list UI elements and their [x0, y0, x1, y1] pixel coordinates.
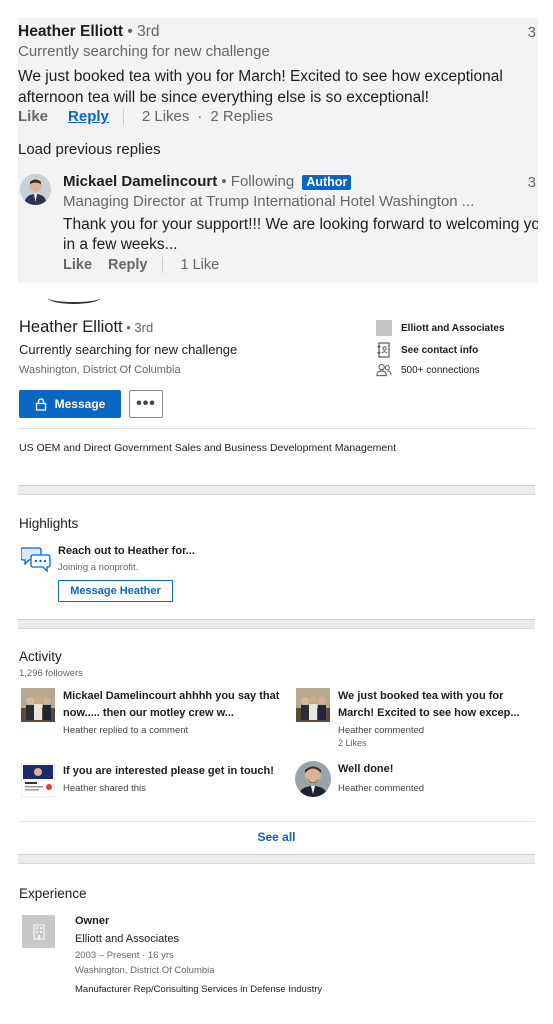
- group-photo-icon: [296, 688, 330, 722]
- section-separator: [18, 485, 535, 495]
- profile-company: Elliott and Associates: [401, 322, 505, 334]
- comment-actions: Like Reply 2 Likes · 2 Replies: [18, 108, 273, 125]
- comment-author[interactable]: Heather Elliott: [18, 23, 123, 40]
- profile-photo-edge: [48, 292, 100, 304]
- message-button[interactable]: Message: [19, 390, 121, 418]
- activity-meta: Heather commented: [338, 783, 425, 794]
- section-separator: [18, 619, 535, 629]
- activity-item[interactable]: Well done! Heather commented: [295, 761, 545, 799]
- message-button-label: Message: [54, 397, 106, 411]
- experience-company[interactable]: Elliott and Associates: [75, 933, 179, 945]
- reply-actions: Like Reply 1 Like: [63, 257, 219, 273]
- profile-summary: US OEM and Direct Government Sales and B…: [19, 442, 397, 454]
- activity-title-text: Mickael Damelincourt ahhhh you say that …: [63, 690, 280, 719]
- activity-title-text: Well done!: [338, 763, 394, 775]
- see-all-activity-link[interactable]: See all: [0, 830, 553, 844]
- profile-company-link[interactable]: Elliott and Associates: [376, 320, 505, 336]
- contact-info-label: See contact info: [401, 344, 479, 356]
- action-divider: [161, 257, 163, 273]
- activity-item[interactable]: If you are interested please get in touc…: [21, 763, 291, 799]
- lock-icon: [35, 397, 46, 411]
- comment-replies-count[interactable]: 2 Replies: [210, 108, 273, 125]
- activity-item[interactable]: We just booked tea with you for March! E…: [296, 688, 546, 750]
- activity-meta: Heather shared this: [63, 783, 146, 794]
- highlight-subtitle: Joining a nonprofit.: [58, 562, 139, 573]
- more-icon: •••: [136, 395, 156, 412]
- author-badge: Author: [302, 175, 352, 190]
- followers-count: 1,296 followers: [19, 668, 83, 679]
- dot-separator: ·: [197, 108, 203, 125]
- profile-name: Heather Elliott: [19, 318, 123, 336]
- highlights-title: Highlights: [19, 516, 79, 531]
- comment-likes-count[interactable]: 2 Likes: [142, 108, 190, 125]
- action-divider: [122, 108, 124, 125]
- comment-header: Heather Elliott • 3rd: [18, 23, 160, 41]
- comment-author-headline: Currently searching for new challenge: [18, 43, 270, 60]
- experience-dates: 2003 – Present · 16 yrs: [75, 950, 174, 961]
- activity-meta: Heather commented: [338, 725, 425, 736]
- document-thumb-icon: [21, 763, 55, 797]
- reply-following-status: • Following: [217, 173, 295, 190]
- comment-text: We just booked tea with you for March! E…: [18, 68, 503, 106]
- comment-reply-button[interactable]: Reply: [68, 108, 109, 125]
- reply-author-avatar[interactable]: [20, 174, 51, 205]
- highlight-title: Reach out to Heather for...: [58, 545, 195, 557]
- company-building-icon[interactable]: [22, 915, 55, 948]
- reply-header: Mickael Damelincourt • Following Author: [63, 173, 352, 190]
- comment-thread: Heather Elliott • 3rd 3 Currently search…: [18, 18, 538, 283]
- activity-divider: [19, 821, 535, 822]
- comment-like-button[interactable]: Like: [18, 108, 48, 125]
- reply-like-button[interactable]: Like: [63, 257, 92, 273]
- comment-degree: • 3rd: [123, 23, 160, 40]
- activity-item[interactable]: Mickael Damelincourt ahhhh you say that …: [21, 688, 281, 742]
- connections-link[interactable]: 500+ connections: [376, 362, 480, 378]
- load-previous-replies[interactable]: Load previous replies: [18, 141, 161, 158]
- reply-author-headline: Managing Director at Trump International…: [63, 193, 475, 210]
- address-book-icon: [376, 342, 392, 358]
- profile-divider: [19, 428, 535, 429]
- experience-title: Experience: [19, 886, 87, 901]
- reply-time: 3: [527, 174, 536, 191]
- profile-headline: Currently searching for new challenge: [19, 342, 238, 357]
- company-logo-icon: [376, 320, 392, 336]
- reply-likes-count[interactable]: 1 Like: [181, 257, 220, 273]
- connections-icon: [376, 362, 392, 378]
- profile-location: Washington, District Of Columbia: [19, 364, 181, 376]
- profile-name-row: Heather Elliott • 3rd: [19, 318, 153, 337]
- person-photo-icon: [295, 761, 331, 797]
- profile-degree: • 3rd: [122, 320, 154, 335]
- group-photo-icon: [21, 688, 55, 722]
- comment-time: 3: [527, 24, 536, 41]
- message-heather-button[interactable]: Message Heather: [58, 580, 173, 602]
- experience-role: Owner: [75, 915, 110, 927]
- activity-meta: Heather replied to a comment: [63, 725, 189, 736]
- experience-location: Washington, District Of Columbia: [75, 965, 215, 976]
- reply-author[interactable]: Mickael Damelincourt: [63, 173, 217, 190]
- activity-likes: 2 Likes: [338, 738, 367, 748]
- activity-title: Activity: [19, 649, 62, 664]
- section-separator: [18, 854, 535, 864]
- activity-title-text: We just booked tea with you for March! E…: [338, 690, 520, 719]
- speech-bubbles-icon: [20, 545, 51, 573]
- reply-reply-button[interactable]: Reply: [108, 257, 148, 273]
- contact-info-link[interactable]: See contact info: [376, 342, 478, 358]
- connections-count: 500+ connections: [401, 364, 480, 376]
- more-actions-button[interactable]: •••: [129, 390, 163, 418]
- reply-text: Thank you for your support!!! We are loo…: [63, 216, 538, 253]
- experience-description: Manufacturer Rep/Consulting Services in …: [75, 984, 323, 995]
- activity-title-text: If you are interested please get in touc…: [63, 765, 274, 777]
